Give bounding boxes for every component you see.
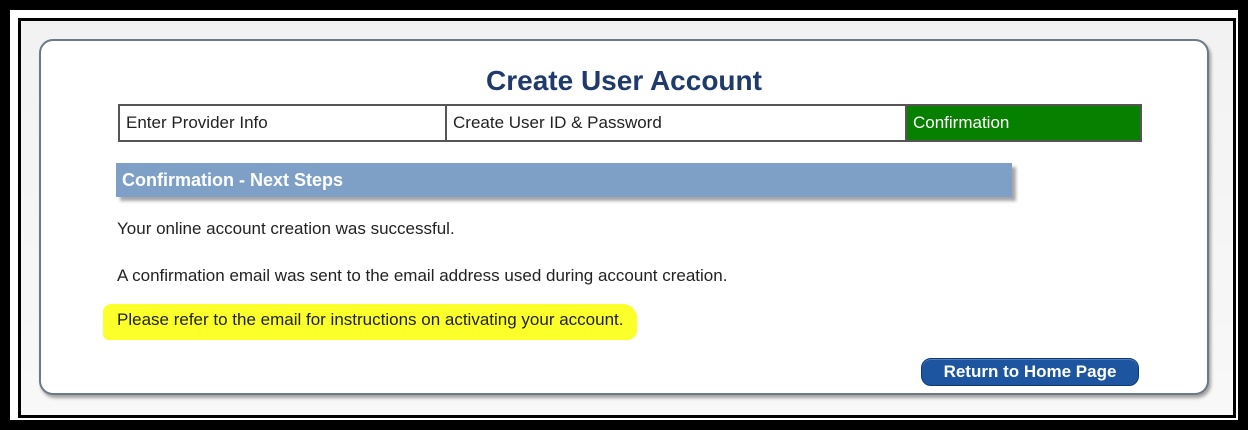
step-confirmation-active: Confirmation <box>905 106 1140 140</box>
email-sent-message: A confirmation email was sent to the ema… <box>117 266 728 285</box>
outer-frame: Create User Account Enter Provider Info … <box>0 0 1248 430</box>
step-create-user-id-password: Create User ID & Password <box>445 106 905 140</box>
content-panel: Create User Account Enter Provider Info … <box>39 39 1209 395</box>
inner-frame: Create User Account Enter Provider Info … <box>18 18 1236 418</box>
activation-instructions-message: Please refer to the email for instructio… <box>103 304 638 340</box>
progress-steps: Enter Provider Info Create User ID & Pas… <box>118 104 1142 142</box>
page-title: Create User Account <box>486 65 762 96</box>
success-message: Your online account creation was success… <box>117 219 455 238</box>
section-header: Confirmation - Next Steps <box>116 163 1012 197</box>
return-home-button[interactable]: Return to Home Page <box>921 358 1139 386</box>
step-enter-provider-info: Enter Provider Info <box>126 113 268 132</box>
